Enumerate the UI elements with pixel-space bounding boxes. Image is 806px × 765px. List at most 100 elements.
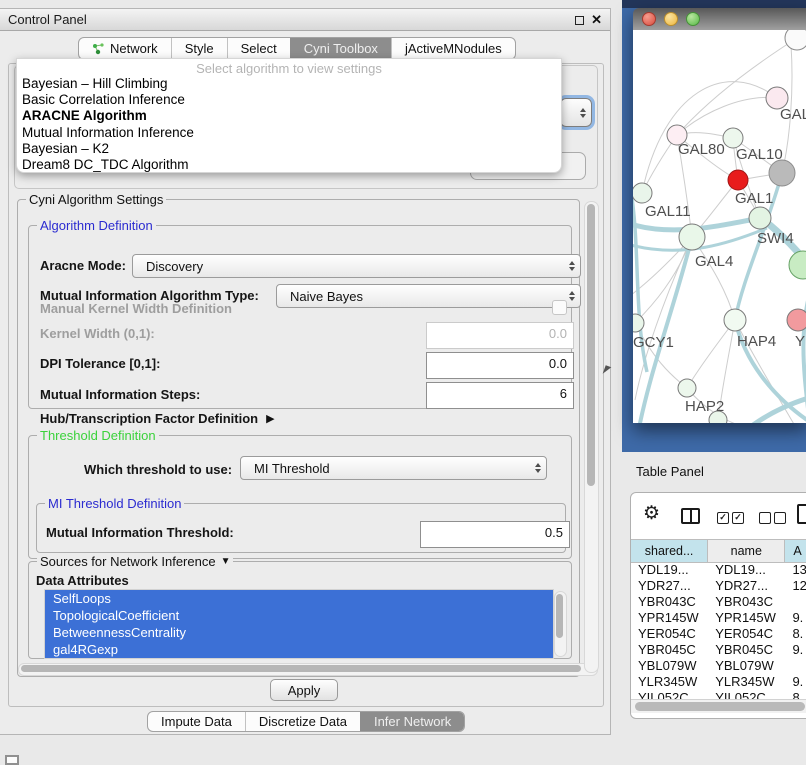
algorithm-popup-placeholder: Select algorithm to view settings bbox=[17, 61, 561, 76]
network-node[interactable] bbox=[679, 224, 705, 250]
table-row[interactable]: YDL19...YDL19...13 bbox=[631, 561, 806, 577]
aracne-mode-combo[interactable]: Discovery bbox=[132, 254, 581, 278]
checkbox-unchecked-icon[interactable] bbox=[759, 512, 771, 524]
tab-cyni-toolbox-label: Cyni Toolbox bbox=[304, 41, 378, 56]
tab-select[interactable]: Select bbox=[227, 38, 290, 59]
list-item[interactable]: TopologicalCoefficient bbox=[45, 607, 553, 624]
close-traffic-light-icon[interactable] bbox=[642, 12, 656, 26]
gear-icon[interactable]: ⚙ bbox=[643, 502, 660, 525]
tab-infer-network[interactable]: Infer Network bbox=[360, 712, 464, 731]
table-cell: YBR045C bbox=[631, 642, 708, 657]
network-node[interactable] bbox=[678, 379, 696, 397]
mi-type-combo[interactable]: Naive Bayes bbox=[276, 284, 581, 308]
manual-kernel-label: Manual Kernel Width Definition bbox=[40, 301, 232, 316]
hub-definition-section[interactable]: Hub/Transcription Factor Definition ▶ bbox=[40, 411, 275, 426]
aracne-mode-value: Discovery bbox=[146, 259, 203, 274]
desktop: { "control_panel": { "title": "Control P… bbox=[0, 0, 806, 762]
float-window-icon[interactable] bbox=[575, 16, 584, 25]
tab-jactivemnodules-label: jActiveMNodules bbox=[405, 41, 502, 56]
mi-steps-field[interactable]: 6 bbox=[426, 382, 574, 409]
manual-kernel-checkbox[interactable] bbox=[552, 300, 567, 315]
kernel-width-field[interactable]: 0.0 bbox=[426, 322, 574, 349]
tab-impute-data[interactable]: Impute Data bbox=[148, 712, 245, 731]
network-edge[interactable] bbox=[687, 320, 735, 388]
list-item[interactable]: gal4RGexp bbox=[45, 641, 553, 658]
which-threshold-value: MI Threshold bbox=[254, 461, 330, 476]
table-row[interactable]: YBL079WYBL079W bbox=[631, 657, 806, 673]
table-row[interactable]: YBR043CYBR043C bbox=[631, 593, 806, 609]
which-threshold-combo[interactable]: MI Threshold bbox=[240, 456, 547, 480]
algorithm-option[interactable]: Mutual Information Inference bbox=[17, 125, 561, 141]
network-node[interactable] bbox=[787, 309, 806, 331]
network-edge[interactable] bbox=[749, 396, 806, 423]
list-scrollbar[interactable] bbox=[554, 591, 567, 657]
close-icon[interactable]: ✕ bbox=[591, 12, 602, 28]
column-header-third[interactable]: A bbox=[785, 540, 806, 562]
tab-network[interactable]: Network bbox=[79, 38, 171, 59]
tab-jactivemnodules[interactable]: jActiveMNodules bbox=[391, 38, 515, 59]
dpi-tolerance-field[interactable]: 0.0 bbox=[426, 352, 574, 379]
table-hscrollbar[interactable] bbox=[631, 699, 806, 713]
network-node[interactable] bbox=[785, 30, 806, 50]
network-node[interactable] bbox=[724, 309, 746, 331]
network-node[interactable] bbox=[633, 314, 644, 332]
control-panel-titlebar[interactable]: Control Panel bbox=[0, 9, 610, 31]
list-scrollbar-thumb[interactable] bbox=[556, 594, 563, 638]
algorithm-option[interactable]: Basic Correlation Inference bbox=[17, 92, 561, 108]
tab-network-label: Network bbox=[110, 41, 158, 56]
algorithm-option[interactable]: Dream8 DC_TDC Algorithm bbox=[17, 157, 561, 173]
mi-threshold-field[interactable]: 0.5 bbox=[420, 521, 570, 548]
table-row[interactable]: YBR045CYBR045C9. bbox=[631, 641, 806, 657]
apply-button[interactable]: Apply bbox=[270, 679, 338, 701]
network-edge[interactable] bbox=[677, 97, 777, 135]
checkbox-checked-icon[interactable]: ✓ bbox=[732, 512, 744, 524]
list-item[interactable]: SelfLoops bbox=[45, 590, 553, 607]
network-node-label: GCY1 bbox=[633, 334, 674, 351]
network-node[interactable] bbox=[749, 207, 771, 229]
dock-panel-icon[interactable] bbox=[5, 755, 19, 765]
checkbox-unchecked-icon[interactable] bbox=[774, 512, 786, 524]
data-attributes-list[interactable]: SelfLoops TopologicalCoefficient Between… bbox=[44, 589, 554, 659]
network-canvas-svg[interactable]: GALGAL80GAL10GAL1GAL11SWI4GAL4GCY1HAP4YH… bbox=[633, 30, 806, 423]
column-header-shared-name[interactable]: shared... bbox=[631, 540, 708, 562]
tab-style[interactable]: Style bbox=[171, 38, 227, 59]
collapse-arrow-icon[interactable]: ▼ bbox=[221, 556, 231, 567]
tab-infer-network-label: Infer Network bbox=[374, 714, 451, 729]
columns-icon[interactable] bbox=[681, 508, 700, 524]
table-row[interactable]: YDR27...YDR27...12 bbox=[631, 577, 806, 593]
document-icon[interactable] bbox=[797, 504, 806, 524]
algorithm-option-selected[interactable]: ARACNE Algorithm bbox=[17, 108, 561, 124]
table-panel-window: ⚙ ✓ ✓ shared... name A YDL19...YDL19...1… bbox=[630, 492, 806, 719]
zoom-traffic-light-icon[interactable] bbox=[686, 12, 700, 26]
table-row[interactable]: YLR345WYLR345W9. bbox=[631, 673, 806, 689]
network-node[interactable] bbox=[789, 251, 806, 279]
expand-arrow-icon[interactable]: ▶ bbox=[266, 412, 274, 425]
network-window-titlebar[interactable] bbox=[633, 8, 806, 30]
network-node[interactable] bbox=[633, 183, 652, 203]
tab-discretize-data[interactable]: Discretize Data bbox=[245, 712, 360, 731]
settings-hscrollbar-thumb[interactable] bbox=[21, 665, 581, 672]
column-header-name[interactable]: name bbox=[708, 540, 785, 562]
checkbox-checked-icon[interactable]: ✓ bbox=[717, 512, 729, 524]
mi-threshold-group-title: MI Threshold Definition bbox=[45, 496, 184, 511]
table-row[interactable]: YPR145WYPR145W9. bbox=[631, 609, 806, 625]
table-cell: YBR043C bbox=[631, 594, 708, 609]
settings-vscrollbar-thumb[interactable] bbox=[587, 204, 595, 486]
algorithm-option[interactable]: Bayesian – K2 bbox=[17, 141, 561, 157]
table-cell: YPR145W bbox=[631, 610, 708, 625]
list-item[interactable]: BetweennessCentrality bbox=[45, 624, 553, 641]
minimize-traffic-light-icon[interactable] bbox=[664, 12, 678, 26]
settings-vscrollbar[interactable] bbox=[584, 201, 599, 673]
algorithm-combo-button[interactable] bbox=[560, 98, 592, 127]
network-edge[interactable] bbox=[677, 38, 797, 135]
algorithm-option[interactable]: Bayesian – Hill Climbing bbox=[17, 76, 561, 92]
algorithm-definition-title: Algorithm Definition bbox=[37, 218, 156, 233]
table-row[interactable]: YER054CYER054C8. bbox=[631, 625, 806, 641]
tab-cyni-toolbox[interactable]: Cyni Toolbox bbox=[290, 38, 391, 59]
network-node[interactable] bbox=[769, 160, 795, 186]
network-node[interactable] bbox=[723, 128, 743, 148]
settings-hscrollbar[interactable] bbox=[18, 663, 598, 676]
network-canvas[interactable]: GALGAL80GAL10GAL1GAL11SWI4GAL4GCY1HAP4YH… bbox=[633, 30, 806, 423]
table-hscrollbar-thumb[interactable] bbox=[635, 702, 805, 711]
network-node[interactable] bbox=[728, 170, 748, 190]
